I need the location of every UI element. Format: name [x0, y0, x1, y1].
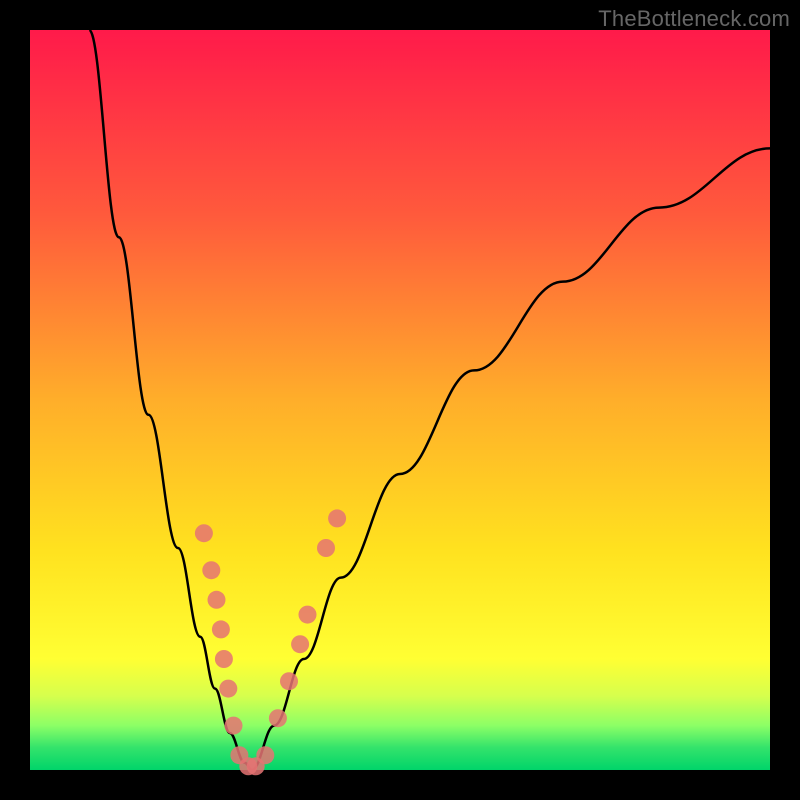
data-marker	[219, 680, 237, 698]
data-marker	[256, 746, 274, 764]
data-marker	[212, 620, 230, 638]
data-marker	[195, 524, 213, 542]
data-marker	[299, 606, 317, 624]
data-marker	[215, 650, 233, 668]
data-marker	[317, 539, 335, 557]
data-marker	[328, 509, 346, 527]
data-marker	[280, 672, 298, 690]
right-curve	[252, 148, 770, 770]
data-marker	[225, 717, 243, 735]
watermark-text: TheBottleneck.com	[598, 6, 790, 32]
chart-frame: TheBottleneck.com	[0, 0, 800, 800]
plot-area	[30, 30, 770, 770]
data-marker	[208, 591, 226, 609]
data-marker	[291, 635, 309, 653]
chart-svg	[30, 30, 770, 770]
data-markers	[195, 509, 346, 775]
data-marker	[269, 709, 287, 727]
data-marker	[202, 561, 220, 579]
